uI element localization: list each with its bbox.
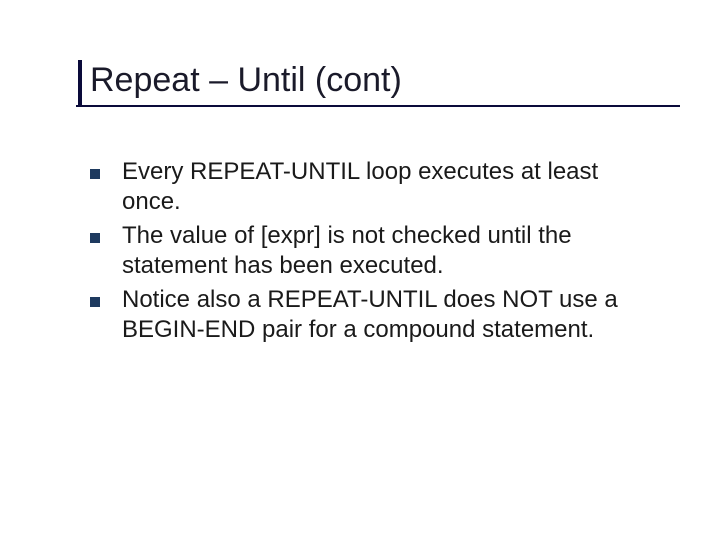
title-underline [76,105,680,107]
square-bullet-icon [90,297,100,307]
list-item: The value of [expr] is not checked until… [90,221,650,281]
square-bullet-icon [90,233,100,243]
title-block: Repeat – Until (cont) [90,60,650,107]
bullet-text: Notice also a REPEAT-UNTIL does NOT use … [122,285,650,345]
bullet-text: Every REPEAT-UNTIL loop executes at leas… [122,157,650,217]
title-accent-bar [78,60,82,107]
slide: Repeat – Until (cont) Every REPEAT-UNTIL… [0,0,720,389]
list-item: Every REPEAT-UNTIL loop executes at leas… [90,157,650,217]
bullet-text: The value of [expr] is not checked until… [122,221,650,281]
slide-title: Repeat – Until (cont) [90,60,650,101]
square-bullet-icon [90,169,100,179]
list-item: Notice also a REPEAT-UNTIL does NOT use … [90,285,650,345]
bullet-list: Every REPEAT-UNTIL loop executes at leas… [90,157,650,345]
